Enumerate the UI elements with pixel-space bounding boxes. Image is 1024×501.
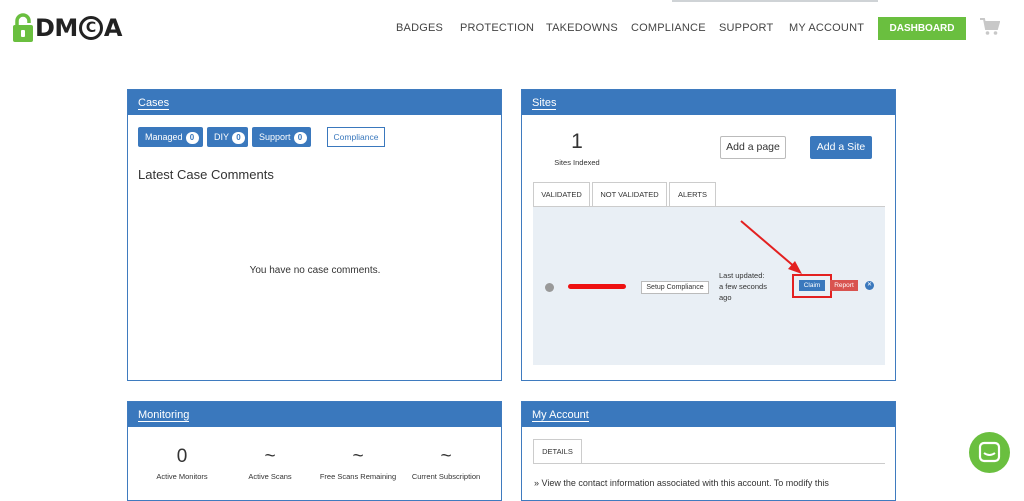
support-count-badge: 0 — [293, 132, 307, 144]
setup-compliance-button[interactable]: Setup Compliance — [641, 281, 709, 294]
logo-letter-a: A — [103, 14, 123, 42]
nav-my-account[interactable]: MY ACCOUNT — [789, 22, 864, 34]
my-account-panel: My Account DETAILS » View the contact in… — [521, 401, 896, 501]
cases-panel-header: Cases — [128, 90, 501, 115]
logo-letter-m: M — [54, 14, 78, 42]
last-updated-line-2: a few seconds — [719, 282, 767, 291]
dmca-logo[interactable]: DMCA — [12, 12, 122, 44]
annotation-arrow-icon — [740, 220, 802, 274]
nav-protection[interactable]: PROTECTION — [460, 22, 534, 34]
sites-panel: Sites 1 Sites Indexed Add a page Add a S… — [521, 89, 896, 381]
my-account-title[interactable]: My Account — [532, 409, 589, 422]
managed-cases-button[interactable]: Managed 0 — [138, 127, 203, 147]
claim-button[interactable]: Claim — [799, 280, 825, 291]
active-monitors-value: 0 — [176, 446, 188, 467]
sites-indexed-count: 1 — [571, 130, 583, 153]
logo-wordmark: DMCA — [35, 14, 122, 42]
diy-cases-button[interactable]: DIY 0 — [207, 127, 248, 147]
cases-panel: Cases Managed 0 DIY 0 Support 0 Compliance … — [127, 89, 502, 381]
logo-letter-d: D — [35, 14, 55, 42]
nav-takedowns[interactable]: TAKEDOWNS — [546, 22, 618, 34]
add-site-button[interactable]: Add a Site — [810, 136, 872, 159]
top-divider-line — [672, 0, 878, 2]
no-case-comments-text: You have no case comments. — [249, 265, 381, 276]
logo-copyright-c: C — [78, 16, 103, 40]
tab-not-validated[interactable]: NOT VALIDATED — [592, 182, 667, 206]
validated-sites-list: Setup Compliance Last updated: a few sec… — [533, 206, 885, 365]
support-label: Support — [259, 132, 291, 142]
report-button[interactable]: Report — [830, 280, 858, 291]
tab-validated[interactable]: VALIDATED — [533, 182, 590, 206]
cart-icon[interactable] — [980, 18, 1000, 36]
last-updated-line-3: ago — [719, 293, 732, 302]
tab-details[interactable]: DETAILS — [533, 439, 582, 463]
dashboard-button[interactable]: DASHBOARD — [878, 17, 966, 40]
latest-case-comments-heading: Latest Case Comments — [138, 167, 274, 182]
sites-indexed-label: Sites Indexed — [554, 158, 600, 167]
my-account-panel-header: My Account — [522, 402, 895, 427]
managed-label: Managed — [145, 132, 183, 142]
remove-site-icon[interactable]: ✕ — [865, 281, 874, 290]
free-scans-remaining-label: Free Scans Remaining — [319, 472, 397, 481]
monitoring-panel: Monitoring 0 Active Monitors ~ Active Sc… — [127, 401, 502, 501]
sites-title[interactable]: Sites — [532, 97, 557, 110]
current-subscription-value: ~ — [440, 446, 452, 467]
cases-title[interactable]: Cases — [138, 97, 170, 110]
diy-count-badge: 0 — [232, 132, 246, 144]
add-page-button[interactable]: Add a page — [720, 136, 786, 159]
lock-icon — [13, 13, 33, 42]
active-scans-label: Active Scans — [248, 472, 292, 481]
compliance-button[interactable]: Compliance — [327, 127, 385, 147]
active-scans-value: ~ — [264, 446, 276, 467]
nav-badges[interactable]: BADGES — [396, 22, 443, 34]
tab-alerts[interactable]: ALERTS — [669, 182, 716, 206]
managed-count-badge: 0 — [185, 132, 199, 144]
diy-label: DIY — [214, 132, 230, 142]
active-monitors-label: Active Monitors — [156, 472, 208, 481]
monitoring-title[interactable]: Monitoring — [138, 409, 190, 422]
support-cases-button[interactable]: Support 0 — [252, 127, 311, 147]
account-details-text: » View the contact information associate… — [534, 478, 829, 488]
top-navigation-bar: DMCA BADGES PROTECTION TAKEDOWNS COMPLIA… — [0, 0, 1024, 58]
validated-check-icon — [545, 283, 554, 292]
nav-support[interactable]: SUPPORT — [719, 22, 773, 34]
monitoring-panel-header: Monitoring — [128, 402, 501, 427]
chat-icon — [978, 441, 1001, 463]
nav-compliance[interactable]: COMPLIANCE — [631, 22, 706, 34]
free-scans-remaining-value: ~ — [352, 446, 364, 467]
details-tab-divider — [533, 463, 885, 464]
redacted-site-url — [568, 284, 626, 289]
chat-launcher-button[interactable] — [969, 432, 1010, 473]
current-subscription-label: Current Subscription — [411, 472, 481, 481]
sites-panel-header: Sites — [522, 90, 895, 115]
